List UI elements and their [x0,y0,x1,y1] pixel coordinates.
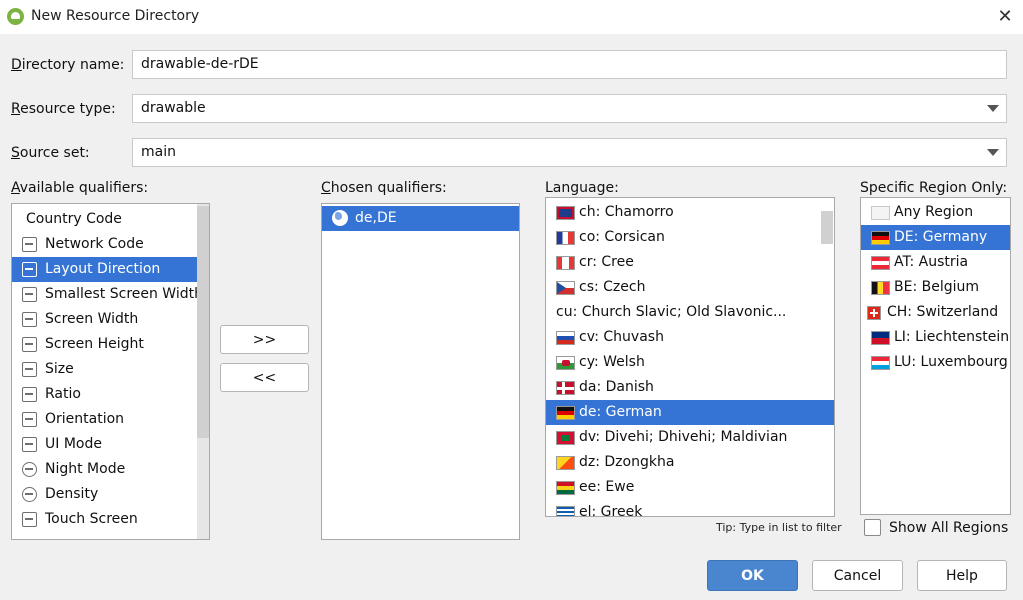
directory-name-label: Directory name: [11,57,125,73]
density-icon [22,487,37,502]
source-set-dropdown-icon[interactable] [987,149,999,156]
resource-type-select[interactable]: drawable [132,94,1007,123]
list-item-selected[interactable]: de,DE [322,206,519,231]
list-item[interactable]: Density [12,482,198,507]
resource-type-dropdown-icon[interactable] [987,105,999,112]
list-item[interactable]: AT: Austria [861,250,1010,275]
list-item[interactable]: Any Region [861,200,1010,225]
window-title: New Resource Directory [31,8,200,24]
flag-germany-icon [871,231,890,245]
show-all-regions-checkbox[interactable] [864,519,881,536]
flag-guam-icon [556,206,575,220]
list-item[interactable]: ch: Chamorro [546,200,821,225]
list-item[interactable]: cs: Czech [546,275,821,300]
touch-screen-icon [22,512,37,527]
list-item[interactable]: cr: Cree [546,250,821,275]
screen-height-icon [22,337,37,352]
list-item[interactable]: Size [12,357,198,382]
available-qualifiers-label: Available qualifiers: [11,180,149,196]
list-item[interactable]: cy: Welsh [546,350,821,375]
flag-belgium-icon [871,281,890,295]
flag-wales-icon [556,356,575,370]
close-button[interactable]: ✕ [994,6,1016,28]
available-scrollbar-thumb[interactable] [197,206,209,438]
list-item[interactable]: co: Corsican [546,225,821,250]
flag-austria-icon [871,256,890,270]
flag-blank-icon [871,206,890,220]
orientation-icon [22,412,37,427]
android-studio-icon [7,8,24,25]
list-item[interactable]: BE: Belgium [861,275,1010,300]
language-scrollbar-thumb[interactable] [821,211,833,244]
flag-luxembourg-icon [871,356,890,370]
list-item[interactable]: da: Danish [546,375,821,400]
list-item[interactable]: cv: Chuvash [546,325,821,350]
flag-ghana-icon [556,481,575,495]
flag-germany-icon [556,406,575,420]
list-item-selected[interactable]: de: German [546,400,834,425]
globe-icon [332,210,348,226]
list-item[interactable]: Screen Height [12,332,198,357]
list-item[interactable]: Touch Screen [12,507,198,532]
language-label: Language: [545,180,619,196]
night-mode-icon [22,462,37,477]
chosen-qualifiers-label: Chosen qualifiers: [321,180,447,196]
region-list[interactable]: Any Region DE: Germany AT: Austria BE: B… [860,197,1011,515]
directory-name-input[interactable]: drawable-de-rDE [132,50,1007,79]
ok-button[interactable]: OK [707,560,798,591]
flag-russia-icon [556,331,575,345]
flag-denmark-icon [556,381,575,395]
list-item[interactable]: dz: Dzongkha [546,450,821,475]
list-item[interactable]: Screen Width [12,307,198,332]
flag-maldives-icon [556,431,575,445]
region-label: Specific Region Only: [860,180,1008,196]
flag-canada-icon [556,256,575,270]
list-item[interactable]: Network Code [12,232,198,257]
list-item[interactable]: LI: Liechtenstein [861,325,1010,350]
list-item[interactable]: ee: Ewe [546,475,821,500]
list-item[interactable]: Smallest Screen Width [12,282,198,307]
add-qualifier-button[interactable]: >> [220,325,309,354]
list-item[interactable]: cu: Church Slavic; Old Slavonic... [546,300,821,325]
source-set-select[interactable]: main [132,138,1007,167]
available-qualifiers-list[interactable]: Country Code Network Code Layout Directi… [11,203,210,540]
list-item[interactable]: Ratio [12,382,198,407]
screen-width-icon [22,312,37,327]
chosen-qualifiers-list[interactable]: de,DE [321,203,520,540]
source-set-label: Source set: [11,145,90,161]
filter-tip: Tip: Type in list to filter [716,521,842,534]
resource-type-label: Resource type: [11,101,116,117]
list-item[interactable]: el: Greek [546,500,821,516]
remove-qualifier-button[interactable]: << [220,363,309,392]
language-list[interactable]: ch: Chamorro co: Corsican cr: Cree cs: C… [545,197,835,517]
size-icon [22,362,37,377]
flag-switzerland-icon [867,306,881,320]
flag-bhutan-icon [556,456,575,470]
cancel-button[interactable]: Cancel [812,560,903,591]
show-all-regions-label[interactable]: Show All Regions [889,520,1008,536]
list-item[interactable]: CH: Switzerland [861,300,1010,325]
list-item[interactable]: dv: Divehi; Dhivehi; Maldivian [546,425,821,450]
ratio-icon [22,387,37,402]
list-item[interactable]: Country Code [12,207,198,232]
smallest-screen-width-icon [22,287,37,302]
flag-liechtenstein-icon [871,331,890,345]
list-item[interactable]: UI Mode [12,432,198,457]
list-item[interactable]: Night Mode [12,457,198,482]
help-button[interactable]: Help [917,560,1007,591]
layout-direction-icon [22,262,37,277]
flag-france-icon [556,231,575,245]
flag-czech-icon [556,281,575,295]
list-item[interactable]: LU: Luxembourg [861,350,1010,375]
flag-greece-icon [556,506,575,516]
ui-mode-icon [22,437,37,452]
network-code-icon [22,237,37,252]
list-item-selected[interactable]: Layout Direction [12,257,208,282]
list-item[interactable]: Orientation [12,407,198,432]
list-item-selected[interactable]: DE: Germany [861,225,1010,250]
